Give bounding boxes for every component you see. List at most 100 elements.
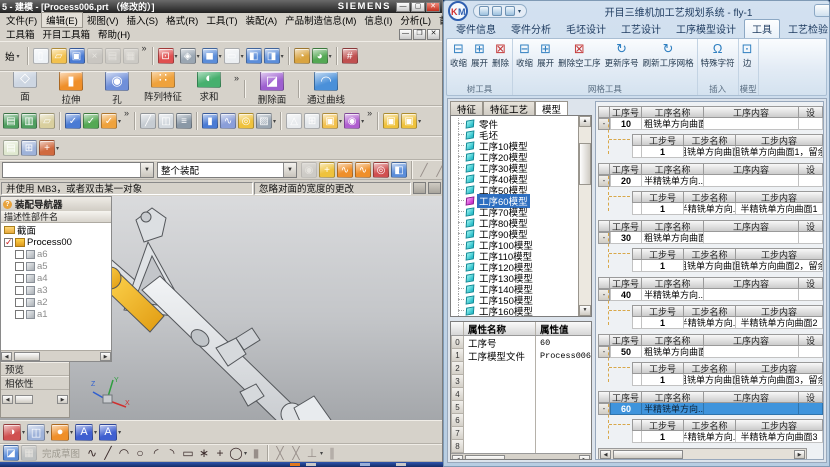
nx-menu-item[interactable]: 装配(A) xyxy=(242,13,282,27)
props-hscrollbar[interactable]: ◀ ▶ xyxy=(451,453,591,460)
step-name-header[interactable]: 工步名称 xyxy=(684,248,736,260)
through-curves-button[interactable]: ◠通过曲线 xyxy=(303,71,349,106)
scroll-left-icon[interactable]: ◀ xyxy=(2,395,13,404)
gear-pair-icon[interactable]: ◉ xyxy=(344,113,360,129)
rendering-style-icon[interactable]: ◼ xyxy=(202,48,218,64)
op-name-header[interactable]: 工序名称 xyxy=(642,277,704,289)
tree-delete-button[interactable]: ⊠删除 xyxy=(490,40,511,70)
nx-menu-item[interactable]: 帮助(H) xyxy=(94,27,134,41)
folder-new-icon-dropdown[interactable]: ▾ xyxy=(339,118,342,125)
toolbar-overflow-button[interactable]: » xyxy=(234,73,239,83)
step-row[interactable]: 1粗铣单方向曲面粗铣单方向曲面2，留余 xyxy=(632,260,823,272)
edge-button[interactable]: ⊡边 xyxy=(740,40,755,70)
nav-row-component[interactable]: a2 xyxy=(1,296,111,308)
ellipse-icon-dropdown[interactable]: ▾ xyxy=(244,450,247,457)
step-name-header[interactable]: 工步名称 xyxy=(684,419,736,431)
op-name-header[interactable]: 工序名称 xyxy=(642,334,704,346)
prop-value-header[interactable]: 属性值 xyxy=(536,322,591,335)
step-name-header[interactable]: 工步名称 xyxy=(684,191,736,203)
operation-row-60[interactable]: -60半精铣单方向... xyxy=(598,403,823,415)
km-tab-零件信息[interactable]: 零件信息 xyxy=(449,20,503,38)
chevron-down-icon[interactable]: ▼ xyxy=(140,163,153,177)
orient-view-icon[interactable]: ◈ xyxy=(180,48,196,64)
taskbar-item[interactable] xyxy=(306,463,316,466)
toolbar-overflow-button[interactable]: » xyxy=(124,108,129,118)
grid-expand-button[interactable]: ⊞展开 xyxy=(535,40,556,70)
scroll-up-icon[interactable]: ▲ xyxy=(579,116,591,127)
line-snap-icon[interactable]: ╱ xyxy=(417,162,431,178)
ellipse-icon[interactable]: ◯ xyxy=(229,445,243,461)
selection-scope-combo[interactable]: 整个装配 ▼ xyxy=(157,162,297,178)
pattern-curve-icon[interactable]: ▮ xyxy=(249,445,263,461)
edit-object-display-icon-dropdown[interactable]: ▾ xyxy=(22,429,25,436)
constraints-icon-dropdown[interactable]: ▾ xyxy=(320,450,323,457)
verify-icon[interactable]: ✓ xyxy=(101,113,117,129)
annotation-style-icon[interactable]: A xyxy=(99,424,117,441)
op-equipment-header[interactable]: 设 xyxy=(799,106,823,118)
step-name-header[interactable]: 工步名称 xyxy=(684,134,736,146)
pattern-feature-button[interactable]: ∷阵列特征▾ xyxy=(140,71,186,106)
op-content-header[interactable]: 工序内容 xyxy=(704,391,799,403)
cube-stack-icon[interactable]: ▣ xyxy=(383,113,399,129)
toolbar-overflow-button[interactable]: » xyxy=(367,108,372,118)
operation-row-40[interactable]: -40半精铣单方向... xyxy=(598,289,823,301)
maximize-button[interactable]: ▢ xyxy=(411,2,425,12)
curve-rule2-icon[interactable]: ∿ xyxy=(355,162,371,178)
operation-row-10[interactable]: -10粗铣单方向曲面 xyxy=(598,118,823,130)
background-icon-dropdown[interactable]: ▾ xyxy=(241,53,244,60)
move-component-icon[interactable]: ◨ xyxy=(264,48,280,64)
rectangle-icon[interactable]: ▭ xyxy=(181,445,195,461)
km-tab-工艺设计[interactable]: 工艺设计 xyxy=(614,20,668,38)
paste-icon[interactable]: ▦ xyxy=(123,48,139,64)
parallel-icon[interactable]: ∥ xyxy=(325,445,339,461)
delete-face-button[interactable]: ◪删除面 xyxy=(249,71,295,106)
op-content-header[interactable]: 工序内容 xyxy=(704,163,799,175)
show-hide-icon[interactable]: ◫ xyxy=(27,424,45,441)
op-equipment-header[interactable]: 设 xyxy=(799,277,823,289)
op-name-header[interactable]: 工序名称 xyxy=(642,391,704,403)
step-row[interactable]: 1半精铣单方向...半精铣单方向曲面1 xyxy=(632,203,823,215)
op-equipment-header[interactable]: 设 xyxy=(799,220,823,232)
delete-empty-op-button[interactable]: ⊠删除空工序 xyxy=(556,40,603,70)
taskbar-item[interactable] xyxy=(396,463,406,466)
nx-menu-item[interactable]: 编辑(E) xyxy=(41,12,83,28)
nav-row-component[interactable]: a6 xyxy=(1,248,111,260)
op-name-header[interactable]: 工序名称 xyxy=(642,163,704,175)
step-name-header[interactable]: 工步名称 xyxy=(684,305,736,317)
mdi-close-button[interactable]: ✕ xyxy=(427,29,440,40)
step-row[interactable]: 1半精铣单方向...半精铣单方向曲面3 xyxy=(632,431,823,443)
nav-row-component[interactable]: a4 xyxy=(1,272,111,284)
grid-hscrollbar[interactable]: ◀ ▶ xyxy=(598,448,807,460)
cylinder-icon[interactable]: ▮ xyxy=(202,113,218,129)
list-icon[interactable]: ≡ xyxy=(176,113,192,129)
km-tab-零件分析[interactable]: 零件分析 xyxy=(504,20,558,38)
operation-row-20[interactable]: -20半精铣单方向... xyxy=(598,175,823,187)
scroll-left-icon[interactable]: ◀ xyxy=(452,455,463,460)
nx-menu-item[interactable]: 格式(R) xyxy=(162,13,202,27)
quick-extend-icon[interactable]: ╳ xyxy=(289,445,303,461)
op-no-header[interactable]: 工序号 xyxy=(610,334,642,346)
nav-row-component[interactable]: a5 xyxy=(1,260,111,272)
property-row[interactable]: 7 xyxy=(451,427,591,440)
edit-curve-icon[interactable]: ╱ xyxy=(140,113,156,129)
cube-stack2-icon[interactable]: ▣ xyxy=(401,113,417,129)
extrude-button[interactable]: ▮拉伸 xyxy=(48,71,94,106)
op-content-header[interactable]: 工序内容 xyxy=(704,220,799,232)
prop-name-header[interactable]: 属性名称 xyxy=(464,322,536,335)
sketch-in-task-icon[interactable]: ◪ xyxy=(3,445,19,461)
km-tab-工具[interactable]: 工具 xyxy=(744,19,780,38)
move-component-icon-dropdown[interactable]: ▾ xyxy=(281,53,284,60)
role-icon[interactable]: ◔ xyxy=(294,48,310,64)
panel-tab-特征[interactable]: 特征 xyxy=(450,101,483,115)
mdi-restore-button[interactable]: ❐ xyxy=(413,29,426,40)
checkbox-unchecked[interactable] xyxy=(15,274,24,283)
tree-expand-button[interactable]: ⊞展开 xyxy=(469,40,490,70)
step-row[interactable]: 1粗铣单方向曲面粗铣单方向曲面1，留余 xyxy=(632,146,823,158)
tree-item[interactable]: 零件 xyxy=(451,118,578,129)
fit-view-icon[interactable]: ⊡ xyxy=(158,48,174,64)
checkbox-unchecked[interactable] xyxy=(15,250,24,259)
unite-button[interactable]: ◐求和▾ xyxy=(186,71,232,106)
dependencies-section-header[interactable]: 相依性 xyxy=(1,376,69,390)
show-hide-icon-dropdown[interactable]: ▾ xyxy=(46,429,49,436)
nav-row-section-folder[interactable]: 截面 xyxy=(1,224,111,236)
